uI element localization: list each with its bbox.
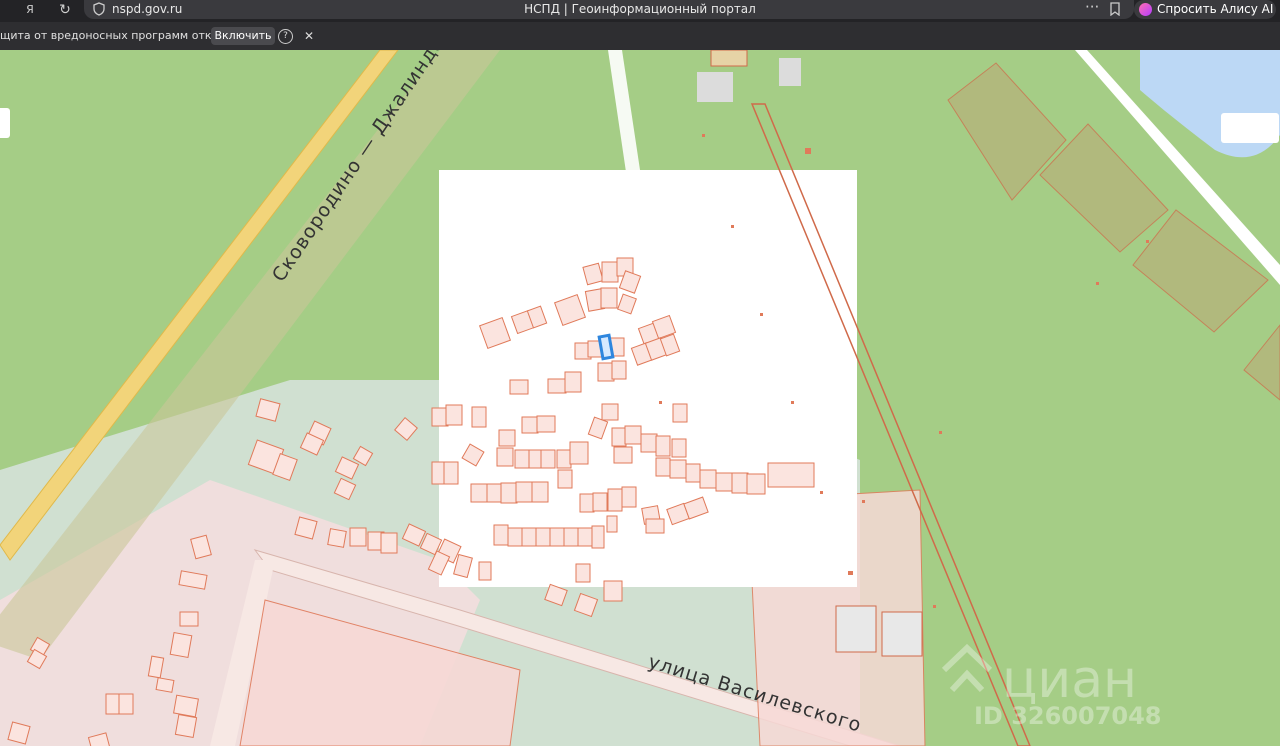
bookmark-icon[interactable]	[1108, 2, 1122, 16]
watermark-brand: циан	[1002, 650, 1138, 710]
close-icon[interactable]: ✕	[304, 22, 314, 50]
alice-icon	[1139, 3, 1152, 16]
ask-alice-button[interactable]: Спросить Алису AI	[1134, 0, 1276, 19]
watermark: циан ID 326007048	[932, 643, 1172, 742]
cian-logo-icon	[941, 643, 993, 693]
enable-button[interactable]: Включить	[211, 27, 275, 45]
map-layer[interactable]: Сковородино — Джалинда улица Василевског…	[0, 50, 1280, 746]
map-left-panel-button[interactable]	[0, 108, 10, 138]
help-icon[interactable]: ?	[278, 29, 293, 44]
selected-parcel[interactable]	[597, 333, 615, 361]
map-right-panel-button[interactable]	[1221, 113, 1279, 143]
protection-infobar: щита от вредоносных программ отключена В…	[0, 22, 1280, 50]
more-icon[interactable]: ···	[1085, 0, 1099, 16]
ask-alice-label: Спросить Алису AI	[1157, 2, 1274, 16]
map-canvas[interactable]: Сковородино — Джалинда улица Василевског…	[0, 50, 1280, 746]
browser-titlebar: Я ↻ nspd.gov.ru НСПД | Геоинформационный…	[0, 0, 1280, 22]
watermark-id: ID 326007048	[974, 702, 1162, 730]
